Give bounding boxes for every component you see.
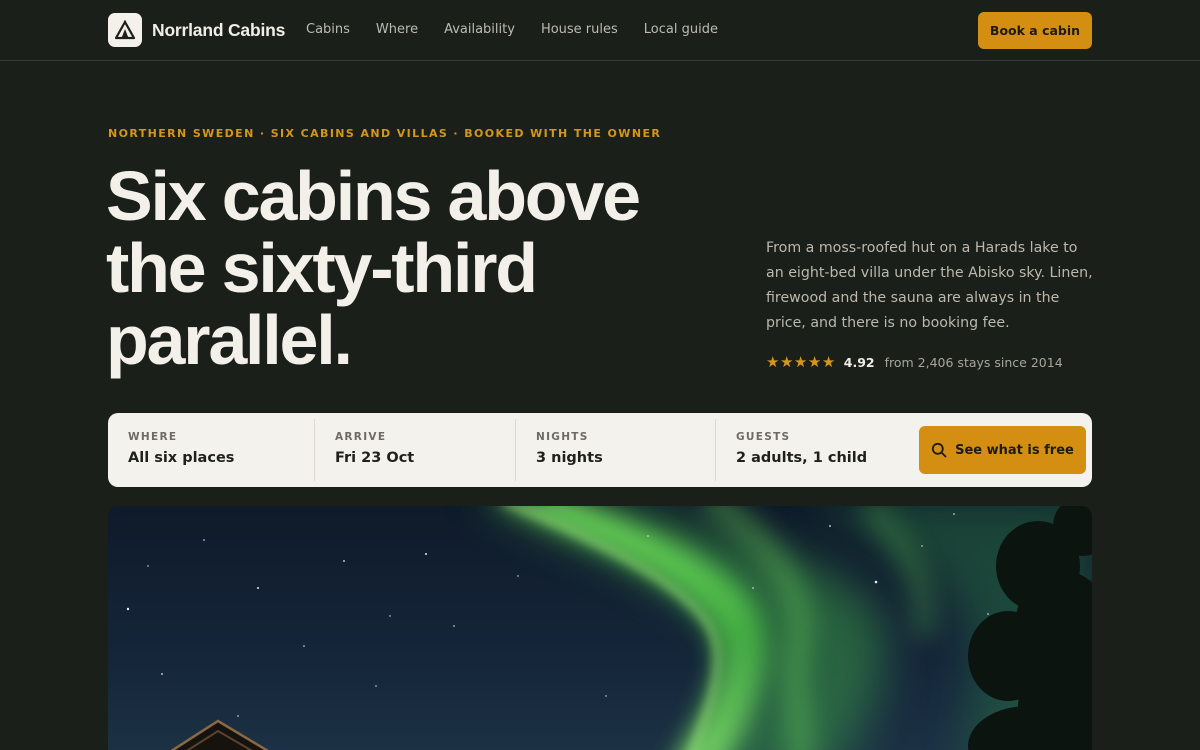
- guests-value: 2 adults, 1 child: [736, 450, 868, 466]
- star-icon: ★: [779, 353, 794, 371]
- brand-name: Norrland Cabins: [152, 19, 286, 40]
- rating-summary: ★ ★ ★ ★ ★ 4.92 from 2,406 stays since 20…: [766, 354, 1063, 370]
- guests-field[interactable]: GUESTS 2 adults, 1 child: [715, 419, 911, 481]
- hero-title: Six cabins above the sixty-third paralle…: [106, 157, 641, 379]
- brand-logo-link[interactable]: Norrland Cabins: [108, 13, 285, 47]
- see-what-is-free-button[interactable]: See what is free: [919, 426, 1086, 474]
- book-cabin-button[interactable]: Book a cabin: [978, 12, 1092, 49]
- nav-link-local-guide[interactable]: Local guide: [644, 21, 718, 39]
- hero-eyebrow: NORTHERN SWEDEN · SIX CABINS AND VILLAS …: [108, 127, 662, 140]
- nav-link-house-rules[interactable]: House rules: [541, 21, 618, 39]
- star-icon: ★: [766, 353, 780, 371]
- star-icon: ★: [807, 353, 822, 371]
- nights-field[interactable]: NIGHTS 3 nights: [515, 419, 715, 481]
- star-icon: ★: [793, 353, 808, 371]
- where-value: All six places: [128, 450, 235, 466]
- rating-stars: ★ ★ ★ ★ ★: [766, 354, 836, 370]
- search-icon: [932, 442, 947, 458]
- where-label: WHERE: [128, 431, 178, 443]
- tent-triangle-icon: [108, 13, 142, 47]
- arrive-field[interactable]: ARRIVE Fri 23 Oct: [314, 419, 515, 481]
- nights-value: 3 nights: [536, 450, 603, 466]
- aurora-night-sky-photo: [108, 506, 1092, 750]
- availability-search-bar: WHERE All six places ARRIVE Fri 23 Oct N…: [108, 413, 1092, 487]
- nights-label: NIGHTS: [536, 431, 589, 443]
- arrive-label: ARRIVE: [335, 431, 387, 443]
- rating-score: 4.92: [843, 354, 875, 370]
- main-nav: Cabins Where Availability House rules Lo…: [306, 21, 744, 39]
- where-field[interactable]: WHERE All six places: [108, 419, 314, 481]
- guests-label: GUESTS: [736, 431, 791, 443]
- star-icon: ★: [821, 353, 836, 371]
- nav-link-cabins[interactable]: Cabins: [306, 21, 350, 39]
- top-navigation: Norrland Cabins Cabins Where Availabilit…: [0, 0, 1200, 61]
- nav-link-availability[interactable]: Availability: [444, 21, 515, 39]
- hero-description: From a moss-roofed hut on a Harads lake …: [766, 240, 1093, 331]
- nav-link-where[interactable]: Where: [376, 21, 418, 39]
- search-button-label: See what is free: [955, 442, 1074, 458]
- rating-note: from 2,406 stays since 2014: [884, 354, 1063, 370]
- arrive-value: Fri 23 Oct: [335, 450, 415, 466]
